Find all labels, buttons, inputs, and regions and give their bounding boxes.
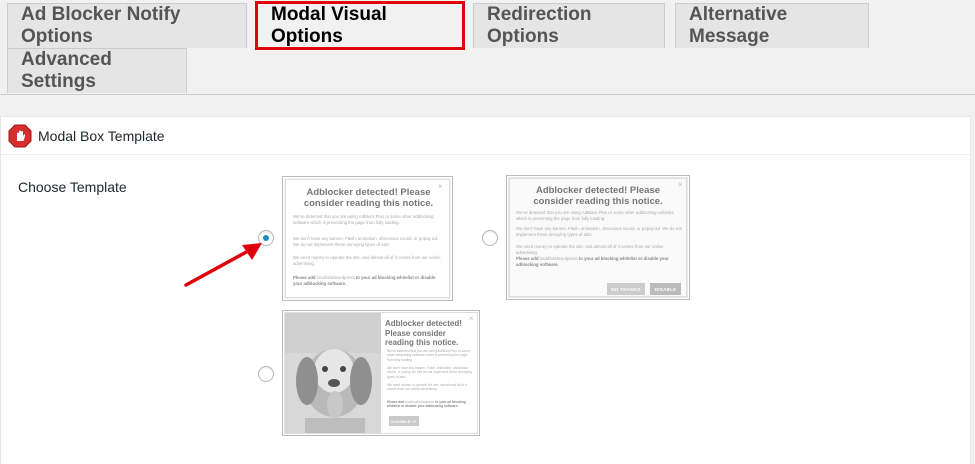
- settings-tabs: Ad Blocker Notify Options Modal Visual O…: [0, 0, 975, 96]
- template-3-text-4: Please add localhost/wordpress to your a…: [387, 400, 473, 409]
- choose-template-label: Choose Template: [18, 179, 127, 195]
- template-1-text-1: We've detected that you are using AdBloc…: [293, 214, 434, 225]
- template-2-text-3: We need money to operate the site, and a…: [516, 244, 664, 255]
- template-2-text-2: We don't have any banner, Flash, animati…: [516, 226, 682, 237]
- template-3-preview[interactable]: × Adblocker detected! Please consider re…: [282, 310, 480, 436]
- template-2-preview[interactable]: × Adblocker detected! Please consider re…: [506, 175, 690, 300]
- template-2-text-4-link: localhost/wordpress: [539, 256, 578, 261]
- template-2-no-thanks-button: NO THANKS: [607, 283, 645, 295]
- panel-header: Modal Box Template: [1, 117, 970, 155]
- template-3-heading: Adblocker detected! Please consider read…: [385, 319, 462, 348]
- template-1-text-3: We need money to operate the site, and a…: [293, 255, 441, 266]
- template-1-text-2: We don't have any banner, Flash, animati…: [293, 236, 439, 247]
- template-1-text-4-rest: to your ad blocking whitelist or disable…: [293, 275, 436, 286]
- template-2-text-1: We've detected that you are using AdBloc…: [516, 210, 674, 221]
- template-2-close-icon: ×: [678, 180, 683, 189]
- template-1-heading: Adblocker detected! Please consider read…: [303, 187, 434, 210]
- template-3-text-4-strong: Please add: [387, 400, 405, 404]
- template-3-text-1: We've detected that you are using AdBloc…: [387, 349, 470, 362]
- tab-redirection-options[interactable]: Redirection Options: [473, 3, 665, 48]
- tabs-divider: [0, 94, 975, 95]
- tab-ad-blocker-notify-options[interactable]: Ad Blocker Notify Options: [7, 3, 247, 48]
- tab-modal-visual-options[interactable]: Modal Visual Options: [255, 1, 465, 50]
- template-2-heading: Adblocker detected! Please consider read…: [533, 185, 663, 208]
- stop-hand-icon: [8, 124, 32, 148]
- template-2-disable-button: DISABLE: [650, 283, 681, 295]
- template-1-preview[interactable]: × Adblocker detected! Please consider re…: [282, 176, 453, 301]
- tab-advanced-settings[interactable]: Advanced Settings: [7, 48, 187, 93]
- template-1-text-4-link: localhost/wordpress: [316, 275, 355, 280]
- template-2-text-4-strong: Please add: [516, 256, 539, 261]
- template-3-text-2: We don't have any banner, Flash, animati…: [387, 366, 472, 379]
- template-3-dog-image: [285, 313, 381, 433]
- template-1-text-4: Please add localhost/wordpress to your a…: [293, 275, 443, 287]
- template-3-text-4-link: localhost/wordpress: [405, 400, 435, 404]
- template-3-disable-button: DISABLE IT: [389, 416, 419, 426]
- template-3-text-3: We need money to operate the site, and a…: [387, 383, 467, 392]
- template-2-text-4: Please add localhost/wordpress to your a…: [516, 256, 682, 268]
- template-1-text-4-strong: Please add: [293, 275, 316, 280]
- panel-title: Modal Box Template: [38, 128, 165, 144]
- template-3-radio[interactable]: [258, 366, 274, 382]
- tab-alternative-message[interactable]: Alternative Message: [675, 3, 869, 48]
- annotation-arrow-icon: [184, 243, 262, 287]
- modal-box-template-panel: Modal Box Template Choose Template × Adb…: [0, 116, 971, 464]
- template-2-radio[interactable]: [482, 230, 498, 246]
